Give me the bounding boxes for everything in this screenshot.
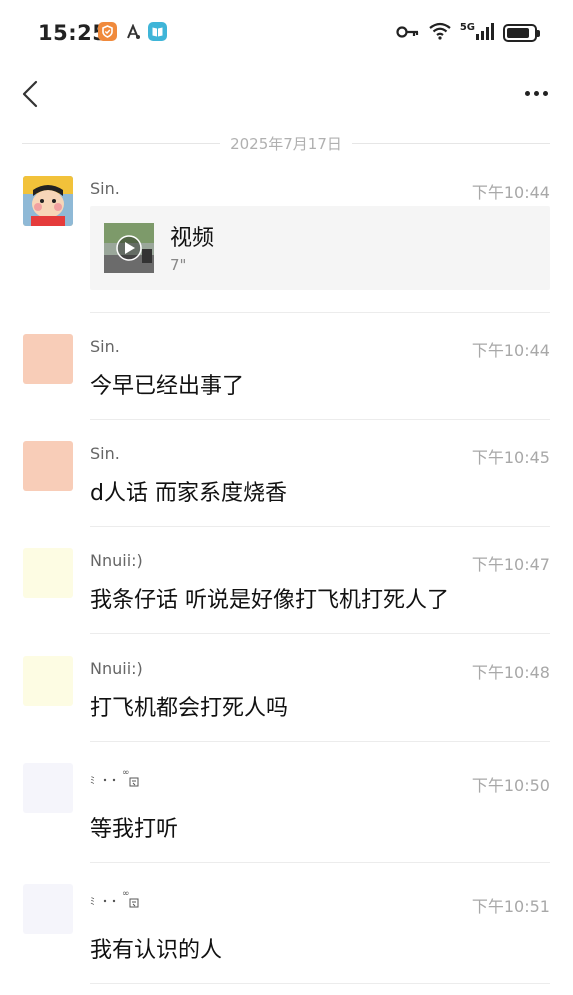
message-item[interactable]: Nnuii:) 下午10:47 我条仔话 听说是好像打飞机打死人了 bbox=[0, 548, 573, 634]
battery-level bbox=[507, 28, 530, 38]
network-type: 5G bbox=[459, 21, 475, 33]
message-time: 下午10:48 bbox=[471, 663, 550, 682]
video-duration: 7" bbox=[170, 256, 187, 274]
video-thumbnail bbox=[104, 223, 154, 273]
back-button[interactable] bbox=[14, 76, 46, 112]
svg-text:∞: ∞ bbox=[122, 889, 130, 899]
sender-name: Sin. bbox=[90, 337, 120, 356]
avatar[interactable] bbox=[23, 176, 73, 226]
message-divider bbox=[90, 741, 550, 742]
message-time: 下午10:45 bbox=[471, 448, 550, 467]
chevron-left-icon bbox=[22, 80, 38, 108]
sender-name-symbol: ﾐ ∞ bbox=[90, 767, 152, 789]
status-indicators: 5G bbox=[396, 21, 540, 44]
message-divider bbox=[90, 862, 550, 863]
message-text: 我有认识的人 bbox=[90, 938, 223, 963]
message-item[interactable]: Sin. 下午10:44 今早已经出事了 bbox=[0, 334, 573, 420]
message-item[interactable]: ﾐ ∞ 下午10:50 等我打听 bbox=[0, 763, 573, 863]
avatar[interactable] bbox=[23, 656, 73, 706]
message-time: 下午10:44 bbox=[471, 341, 550, 360]
battery-icon bbox=[503, 24, 540, 42]
message-time: 下午10:51 bbox=[471, 897, 550, 916]
nav-bar bbox=[0, 66, 573, 122]
shield-app-icon bbox=[98, 22, 117, 41]
video-message-card[interactable]: 视频 7" bbox=[90, 206, 550, 290]
translate-app-icon bbox=[123, 22, 142, 41]
message-divider bbox=[90, 983, 550, 984]
svg-text:∞: ∞ bbox=[122, 768, 130, 778]
date-label: 2025年7月17日 bbox=[230, 134, 342, 153]
more-dot bbox=[542, 90, 548, 96]
message-item[interactable]: Sin. 下午10:44 视频 7" bbox=[0, 176, 573, 313]
message-text: d人话 而家系度烧香 bbox=[90, 481, 287, 506]
message-time: 下午10:44 bbox=[471, 183, 550, 202]
message-text: 打飞机都会打死人吗 bbox=[90, 696, 289, 721]
sender-name-symbol: ﾐ ∞ bbox=[90, 888, 152, 910]
message-divider bbox=[90, 526, 550, 527]
date-separator: 2025年7月17日 bbox=[22, 131, 550, 155]
avatar[interactable] bbox=[23, 884, 73, 934]
message-item[interactable]: Nnuii:) 下午10:48 打飞机都会打死人吗 bbox=[0, 656, 573, 742]
key-icon bbox=[396, 24, 420, 43]
signal-icon bbox=[475, 22, 495, 44]
svg-text:ﾐ: ﾐ bbox=[90, 897, 95, 908]
message-divider bbox=[90, 633, 550, 634]
avatar[interactable] bbox=[23, 334, 73, 384]
more-options-button[interactable] bbox=[519, 78, 553, 108]
avatar[interactable] bbox=[23, 441, 73, 491]
avatar[interactable] bbox=[23, 548, 73, 598]
avatar[interactable] bbox=[23, 763, 73, 813]
sender-name: Sin. bbox=[90, 444, 120, 463]
sender-name: Sin. bbox=[90, 179, 120, 198]
message-time: 下午10:47 bbox=[471, 555, 550, 574]
message-time: 下午10:50 bbox=[471, 776, 550, 795]
status-bar: 15:25 5G bbox=[0, 0, 573, 66]
sender-name: Nnuii:) bbox=[90, 551, 143, 570]
message-item[interactable]: ﾐ ∞ 下午10:51 我有认识的人 bbox=[0, 884, 573, 984]
status-time: 15:25 bbox=[38, 21, 108, 45]
more-dot bbox=[533, 90, 539, 96]
message-text: 我条仔话 听说是好像打飞机打死人了 bbox=[90, 588, 449, 613]
message-text: 今早已经出事了 bbox=[90, 374, 245, 399]
message-item[interactable]: Sin. 下午10:45 d人话 而家系度烧香 bbox=[0, 441, 573, 527]
video-title: 视频 bbox=[170, 226, 215, 251]
status-app-icons bbox=[98, 22, 167, 41]
date-line-left bbox=[22, 142, 221, 144]
message-text: 等我打听 bbox=[90, 817, 179, 842]
more-dot bbox=[524, 90, 530, 96]
message-divider bbox=[90, 419, 550, 420]
date-line-right bbox=[351, 142, 550, 144]
message-divider bbox=[90, 312, 550, 313]
wifi-icon bbox=[428, 22, 452, 44]
svg-text:ﾐ: ﾐ bbox=[90, 776, 95, 787]
book-app-icon bbox=[148, 22, 167, 41]
sender-name: Nnuii:) bbox=[90, 659, 143, 678]
